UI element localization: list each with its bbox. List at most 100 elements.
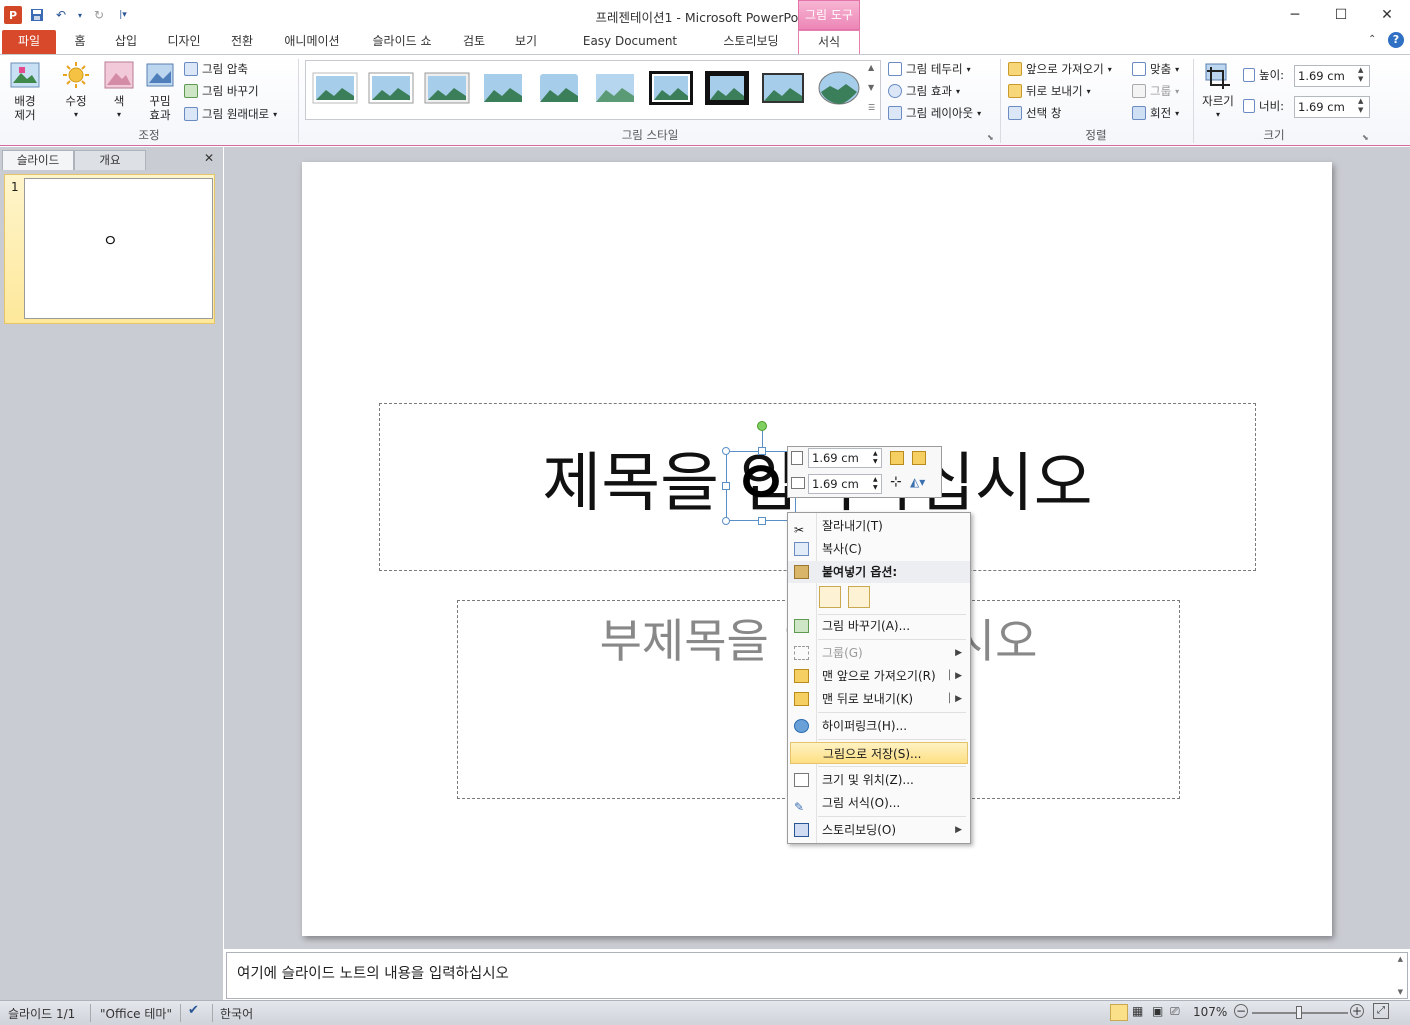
menu-bring-to-front[interactable]: 맨 앞으로 가져오기(R) │ ▶ [788,665,970,687]
menu-format-picture[interactable]: ✎ 그림 서식(O)... [788,792,970,814]
zoom-out-icon[interactable]: − [1234,1004,1248,1018]
picture-layout-button[interactable]: 그림 레이아웃 ▾ [888,105,981,121]
tab-home[interactable]: 홈 [66,30,94,54]
width-spinner-icon[interactable]: ▲ ▼ [1358,97,1363,115]
align-button[interactable]: 맞춤 ▾ [1132,61,1179,77]
style-thumb[interactable] [536,70,582,106]
tab-easy-document-creator[interactable]: Easy Document Creator [560,30,700,70]
tab-view[interactable]: 보기 [506,30,546,54]
group-button[interactable]: 그룹 ▾ [1132,83,1179,99]
change-picture-button[interactable]: 그림 바꾸기 [184,83,259,99]
minimize-ribbon-icon[interactable]: ⌃ [1368,34,1376,45]
menu-save-as-picture[interactable]: 그림으로 저장(S)... [790,742,968,764]
crop-button[interactable]: 자르기 ▾ [1198,61,1238,122]
mini-height-spinner-icon[interactable]: ▲ ▼ [873,450,878,466]
theme-name[interactable]: "Office 테마" [100,1005,172,1022]
compress-pictures-button[interactable]: 그림 압축 [184,61,248,77]
crop-mini-icon[interactable]: ⊹ [890,474,902,490]
tab-insert[interactable]: 삽입 [106,30,146,54]
tab-storyboarding[interactable]: 스토리보딩 [714,30,788,54]
notes-pane[interactable]: 여기에 슬라이드 노트의 내용을 입력하십시오 ▲ ▼ [226,952,1408,999]
reset-picture-button[interactable]: 그림 원래대로 ▾ [184,106,277,122]
zoom-level[interactable]: 107% [1193,1005,1227,1019]
notes-scroll-up-icon[interactable]: ▲ [1398,955,1403,963]
mini-height-input[interactable]: 1.69 cm [808,448,882,468]
slideshow-view-icon[interactable]: ⎚ [1170,1004,1180,1019]
help-icon[interactable]: ? [1388,32,1404,48]
tab-slideshow[interactable]: 슬라이드 쇼 [362,30,442,54]
bring-forward-mini-icon[interactable] [890,451,904,465]
paste-keep-source-icon[interactable] [819,586,841,608]
picture-border-button[interactable]: 그림 테두리 ▾ [888,61,971,77]
resize-handle[interactable] [758,447,766,455]
tab-outline[interactable]: 개요 [74,150,146,170]
style-thumb[interactable] [760,70,806,106]
remove-background-button[interactable]: 배경 제거 [6,61,44,122]
rotate-button[interactable]: 회전 ▾ [1132,105,1179,121]
style-thumb[interactable] [424,70,470,106]
tab-slides[interactable]: 슬라이드 [2,150,74,170]
close-panel-icon[interactable]: ✕ [204,151,214,165]
menu-size-position[interactable]: 크기 및 위치(Z)... [788,769,970,791]
corrections-button[interactable]: 수정 ▾ [56,61,96,122]
menu-copy[interactable]: 복사(C) [788,538,970,560]
notes-scroll-down-icon[interactable]: ▼ [1398,988,1403,996]
tab-review[interactable]: 검토 [456,30,492,54]
picture-styles-dialog-launcher-icon[interactable]: ⬊ [987,133,994,142]
menu-storyboarding[interactable]: 스토리보딩(O) ▶ [788,819,970,841]
gallery-scroll-up-icon[interactable]: ▲ [868,63,874,72]
rotation-handle[interactable] [757,421,767,431]
style-thumb[interactable] [368,70,414,106]
reading-view-icon[interactable]: ▣ [1152,1004,1163,1018]
selected-picture[interactable]: ㅇ [726,449,796,521]
spellcheck-icon[interactable]: ✔ [188,1003,199,1018]
height-spinner-icon[interactable]: ▲ ▼ [1358,66,1363,84]
selection-pane-button[interactable]: 선택 창 [1008,105,1061,121]
menu-change-picture[interactable]: 그림 바꾸기(A)... [788,615,970,637]
send-backward-button[interactable]: 뒤로 보내기 ▾ [1008,83,1091,99]
gallery-scroll-down-icon[interactable]: ▼ [868,83,874,92]
picture-layout-icon [888,106,902,120]
normal-view-icon[interactable] [1110,1004,1128,1021]
style-thumb[interactable] [648,70,694,106]
slide-sorter-view-icon[interactable]: ▦ [1132,1004,1143,1018]
slide-thumbnail[interactable]: ㅇ [24,178,213,319]
resize-handle[interactable] [722,447,730,455]
style-thumb[interactable] [312,70,358,106]
zoom-in-icon[interactable]: + [1350,1004,1364,1018]
menu-cut[interactable]: ✂ 잘라내기(T) [788,515,970,537]
tab-animations[interactable]: 애니메이션 [276,30,348,54]
picture-effects-button[interactable]: 그림 효과 ▾ [888,83,960,99]
bring-forward-button[interactable]: 앞으로 가져오기 ▾ [1008,61,1112,77]
tab-transitions[interactable]: 전환 [222,30,262,54]
tab-format[interactable]: 서식 [798,30,860,55]
fit-to-window-icon[interactable]: ⤢ [1373,1003,1389,1019]
close-icon[interactable]: ✕ [1364,0,1410,30]
mini-width-spinner-icon[interactable]: ▲ ▼ [873,476,878,492]
send-backward-icon [1008,84,1022,98]
tab-file[interactable]: 파일 [2,30,56,54]
maximize-icon[interactable]: ☐ [1318,0,1364,30]
send-backward-mini-icon[interactable] [912,451,926,465]
resize-handle[interactable] [722,517,730,525]
artistic-effects-button[interactable]: 꾸밈 효과 [140,61,180,122]
style-thumb[interactable] [592,70,638,106]
width-label: 너비: [1243,98,1284,114]
menu-hyperlink[interactable]: 하이퍼링크(H)... [788,715,970,737]
mini-width-input[interactable]: 1.69 cm [808,474,882,494]
style-thumb[interactable] [704,70,750,106]
paste-as-picture-icon[interactable] [848,586,870,608]
minimize-icon[interactable]: ─ [1272,0,1318,30]
language[interactable]: 한국어 [220,1005,253,1022]
style-thumb[interactable] [480,70,526,106]
resize-handle[interactable] [722,482,730,490]
tab-design[interactable]: 디자인 [160,30,208,54]
resize-handle[interactable] [758,517,766,525]
gallery-more-icon[interactable]: ☰ [868,103,875,112]
menu-send-to-back[interactable]: 맨 뒤로 보내기(K) │ ▶ [788,688,970,710]
zoom-slider-thumb[interactable] [1296,1006,1302,1019]
color-button[interactable]: 색 ▾ [102,61,136,122]
style-thumb[interactable] [816,70,862,106]
rotate-mini-icon[interactable]: ◭▾ [910,475,925,489]
size-dialog-launcher-icon[interactable]: ⬊ [1362,133,1369,142]
